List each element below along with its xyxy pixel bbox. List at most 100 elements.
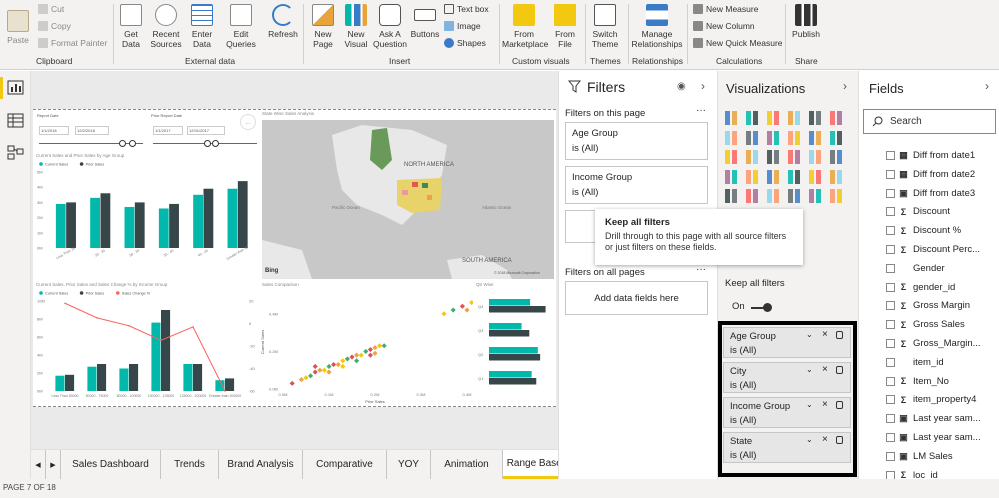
drillthrough-field-city[interactable]: City is (All) ⌄ × bbox=[723, 362, 851, 393]
field-item[interactable]: ▦ Diff from date2 bbox=[859, 165, 999, 184]
tab-animation[interactable]: Animation bbox=[431, 450, 503, 479]
get-data-button[interactable]: Get Data bbox=[117, 2, 145, 49]
copy-button[interactable]: Copy bbox=[38, 21, 71, 31]
age-group-bar-chart[interactable]: Current Sales Prior Sales 0M 1M 2M 3M 4M 5M Less… bbox=[35, 160, 259, 270]
eye-icon[interactable]: ◉ bbox=[677, 81, 686, 92]
field-checkbox[interactable] bbox=[886, 320, 895, 330]
report-view-icon[interactable] bbox=[7, 80, 24, 95]
recent-sources-button[interactable]: Recent Sources bbox=[148, 2, 184, 49]
data-view-icon[interactable] bbox=[7, 113, 24, 128]
collapse-pane-icon[interactable]: › bbox=[843, 79, 847, 93]
lock-icon[interactable] bbox=[836, 366, 843, 374]
field-item[interactable]: ▣ Last year sam... bbox=[859, 409, 999, 428]
treemap-visual-icon[interactable] bbox=[809, 150, 823, 164]
switch-theme-button[interactable]: Switch Theme bbox=[588, 2, 622, 49]
field-item[interactable]: ▦ Diff from date1 bbox=[859, 146, 999, 165]
field-item[interactable]: Σitem_property4 bbox=[859, 390, 999, 409]
collapse-pane-icon[interactable]: › bbox=[985, 79, 989, 93]
field-checkbox[interactable] bbox=[886, 376, 895, 386]
publish-button[interactable]: Publish bbox=[789, 2, 823, 39]
field-item[interactable]: ▣ Diff from date3 bbox=[859, 184, 999, 203]
search-box[interactable]: Search bbox=[863, 109, 996, 134]
slicer-handle[interactable] bbox=[204, 140, 211, 147]
clustered-column-visual-icon[interactable] bbox=[788, 111, 802, 125]
field-item[interactable]: Σ Gross Sales bbox=[859, 315, 999, 334]
line-clustered-visual-icon[interactable] bbox=[809, 130, 823, 145]
slicer-visual-icon[interactable] bbox=[725, 189, 739, 203]
chevron-down-icon[interactable]: ⌄ bbox=[806, 435, 813, 444]
close-icon[interactable]: × bbox=[822, 364, 828, 375]
field-checkbox[interactable] bbox=[886, 339, 895, 348]
field-item[interactable]: Σ Gross_Margin... bbox=[859, 334, 999, 353]
field-item[interactable]: Gender bbox=[859, 259, 999, 278]
back-arrow-icon[interactable]: ← bbox=[240, 114, 256, 130]
ask-question-button[interactable]: Ask A Question bbox=[372, 2, 408, 49]
100-bar-visual-icon[interactable] bbox=[809, 111, 823, 125]
lock-icon[interactable] bbox=[836, 436, 843, 444]
enter-data-button[interactable]: Enter Data bbox=[188, 2, 216, 49]
chevron-down-icon[interactable]: ⌄ bbox=[806, 330, 813, 339]
field-checkbox[interactable] bbox=[886, 207, 895, 217]
slicer-handle[interactable] bbox=[212, 140, 219, 147]
more-options-icon[interactable]: ··· bbox=[696, 264, 706, 275]
field-checkbox[interactable] bbox=[886, 263, 895, 273]
field-checkbox[interactable] bbox=[886, 282, 895, 292]
100-column-visual-icon[interactable] bbox=[830, 111, 844, 125]
funnel-visual-icon[interactable] bbox=[746, 169, 760, 184]
filter-card-age-group[interactable]: Age Group is (All) bbox=[565, 122, 708, 160]
drillthrough-field-age-group[interactable]: Age Group is (All) ⌄ × bbox=[723, 327, 851, 358]
text-box-button[interactable]: Text box bbox=[444, 4, 489, 14]
income-group-combo-chart[interactable]: Current Sales Prior Sales Sales Change % 0M… bbox=[35, 289, 259, 405]
stacked-area-visual-icon[interactable] bbox=[767, 130, 781, 145]
close-icon[interactable]: × bbox=[822, 434, 828, 445]
close-icon[interactable]: × bbox=[822, 329, 828, 340]
drillthrough-field-state[interactable]: State is (All) ⌄ × bbox=[723, 432, 851, 463]
slicer-handle[interactable] bbox=[129, 140, 136, 147]
format-painter-button[interactable]: Format Painter bbox=[38, 38, 107, 48]
field-item[interactable]: ▣ LM Sales bbox=[859, 447, 999, 466]
line-column-visual-icon[interactable] bbox=[788, 130, 802, 145]
donut-visual-icon[interactable] bbox=[788, 150, 802, 164]
field-checkbox[interactable] bbox=[886, 301, 895, 311]
slicer-handle[interactable] bbox=[119, 140, 126, 147]
tab-trends[interactable]: Trends bbox=[161, 450, 219, 479]
field-checkbox[interactable] bbox=[886, 151, 895, 160]
waterfall-visual-icon[interactable] bbox=[725, 150, 739, 164]
model-view-icon[interactable] bbox=[7, 145, 24, 160]
field-item[interactable]: Σ Discount bbox=[859, 202, 999, 221]
filter-card-income-group[interactable]: Income Group is (All) bbox=[565, 166, 708, 204]
multi-row-card-visual-icon[interactable] bbox=[809, 169, 823, 184]
field-checkbox[interactable] bbox=[886, 188, 895, 198]
field-item[interactable]: Σ Item_No bbox=[859, 372, 999, 391]
pie-visual-icon[interactable] bbox=[767, 150, 781, 164]
field-checkbox[interactable] bbox=[886, 226, 895, 236]
tab-scroll-left-icon[interactable]: ◀ bbox=[31, 450, 46, 479]
field-checkbox[interactable] bbox=[886, 357, 895, 367]
tab-comparative[interactable]: Comparative bbox=[303, 450, 387, 479]
r-script-visual-icon[interactable] bbox=[788, 189, 802, 203]
kpi-visual-icon[interactable] bbox=[830, 169, 844, 184]
table-visual-icon[interactable] bbox=[746, 189, 760, 203]
chevron-down-icon[interactable]: ⌄ bbox=[806, 365, 813, 374]
shapes-button[interactable]: Shapes bbox=[444, 38, 486, 48]
field-checkbox[interactable] bbox=[886, 395, 895, 405]
cut-button[interactable]: Cut bbox=[38, 4, 64, 14]
scatter-visual-icon[interactable] bbox=[746, 150, 760, 164]
gauge-visual-icon[interactable] bbox=[767, 169, 781, 184]
sales-comparison-scatter[interactable]: 0.0M 0.2M 0.4M 0.0M 0.1M 0.2M 0.3M 0.4M Prior Sa… bbox=[261, 289, 473, 405]
field-checkbox[interactable] bbox=[886, 451, 895, 461]
tab-scroll-right-icon[interactable]: ▶ bbox=[46, 450, 61, 479]
from-file-button[interactable]: From File bbox=[549, 2, 581, 49]
field-checkbox[interactable] bbox=[886, 433, 895, 442]
field-checkbox[interactable] bbox=[886, 169, 895, 179]
field-item[interactable]: ▣ Last year sam... bbox=[859, 428, 999, 447]
field-checkbox[interactable] bbox=[886, 245, 895, 254]
matrix-visual-icon[interactable] bbox=[767, 189, 781, 203]
filled-map-visual-icon[interactable] bbox=[725, 169, 739, 184]
lock-icon[interactable] bbox=[836, 331, 843, 339]
report-date-slicer[interactable]: Report Date 1/1/2018 12/2/2018 bbox=[37, 113, 147, 153]
line-visual-icon[interactable] bbox=[725, 130, 739, 145]
field-item[interactable]: Σ Discount % bbox=[859, 221, 999, 240]
map-visual-icon[interactable] bbox=[830, 150, 844, 164]
from-marketplace-button[interactable]: From Marketplace bbox=[502, 2, 548, 49]
